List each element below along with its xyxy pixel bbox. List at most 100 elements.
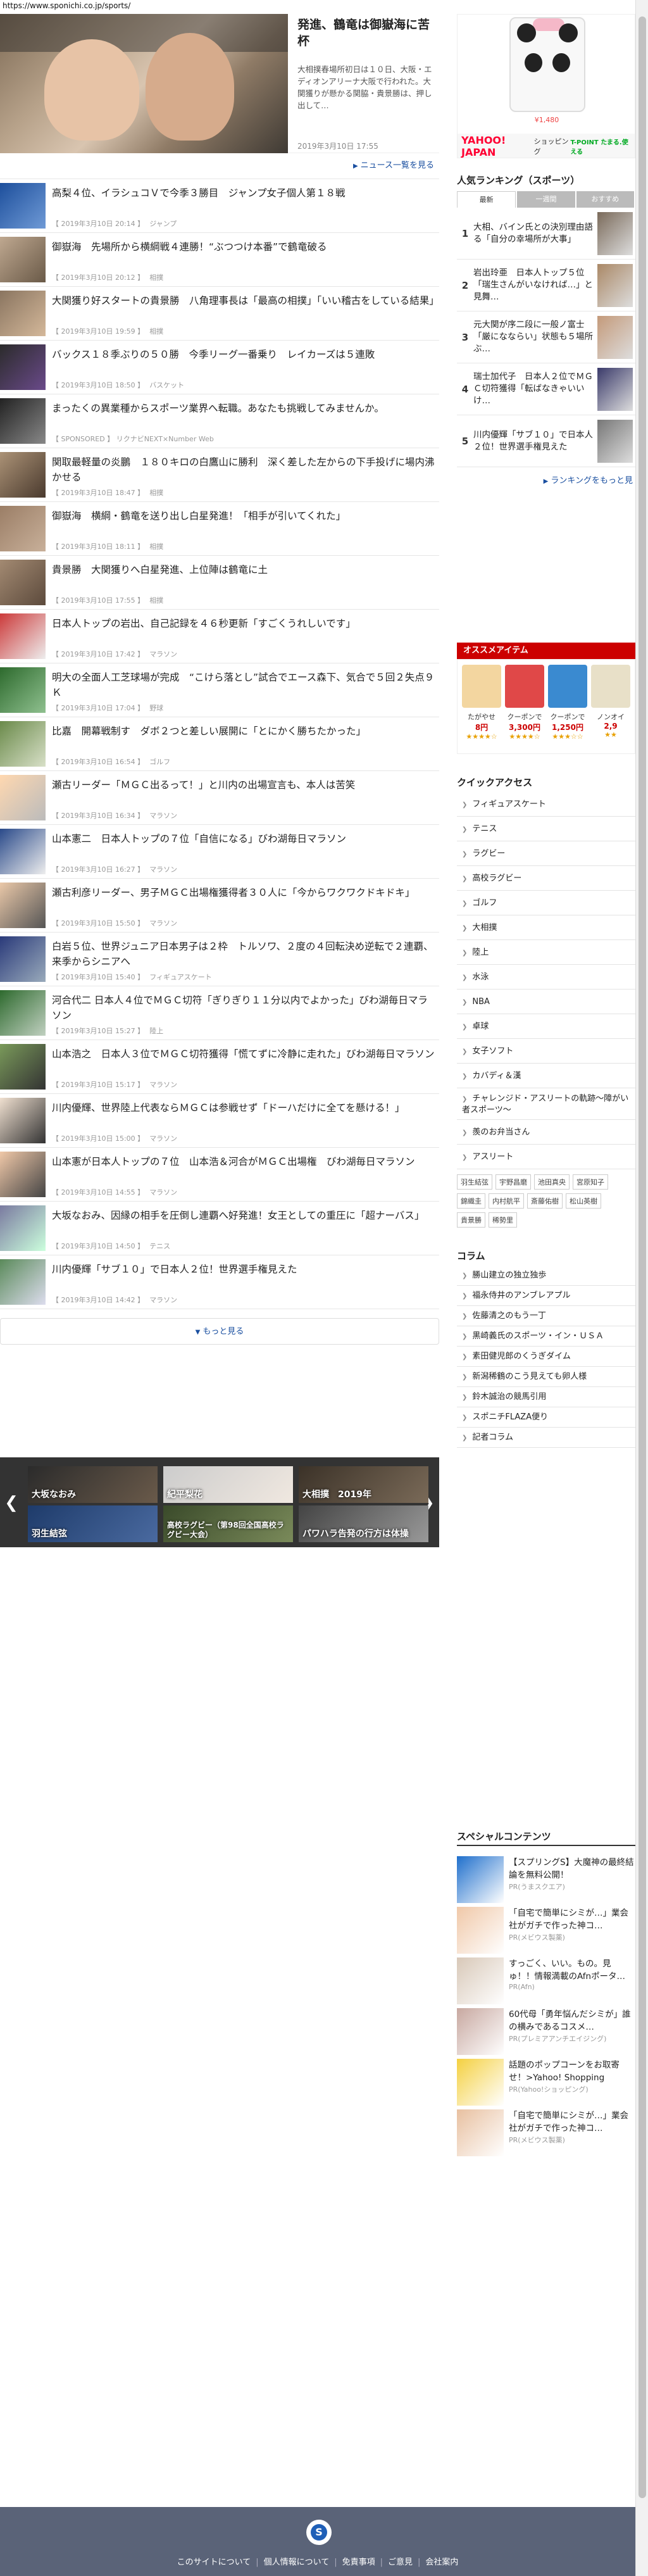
news-thumbnail[interactable] (0, 560, 46, 605)
news-title[interactable]: 川内優輝「サブ１０」で日本人２位！世界選手権見えた (52, 1262, 437, 1277)
news-item[interactable]: 河合代二 日本人４位でＭＧＣ切符「ぎりぎり１１分以内でよかった」びわ湖毎日マラソ… (0, 986, 439, 1040)
special-item-image[interactable] (457, 2109, 504, 2156)
quick-access-item[interactable]: ❯ 水泳 (457, 965, 635, 990)
news-item[interactable]: 川内優輝、世界陸上代表ならＭＧＣは参戦せず「ドーハだけに全てを懸ける！」【 20… (0, 1094, 439, 1148)
quick-access-item[interactable]: ❯ ゴルフ (457, 891, 635, 915)
news-title[interactable]: 山本浩之 日本人３位でＭＧＣ切符獲得「慌てずに冷静に走れた」びわ湖毎日マラソン (52, 1046, 437, 1062)
tag-link[interactable]: 稀勢里 (489, 1212, 517, 1228)
vertical-scrollbar[interactable] (635, 0, 648, 2576)
ranking-thumbnail[interactable] (597, 419, 633, 463)
footer-link[interactable]: ご意見 (388, 2558, 413, 2567)
footer-link[interactable]: 会社案内 (425, 2558, 458, 2567)
ranking-thumbnail[interactable] (597, 315, 633, 359)
tag-link[interactable]: 錦織圭 (457, 1193, 485, 1209)
news-thumbnail[interactable] (0, 1152, 46, 1197)
news-thumbnail[interactable] (0, 667, 46, 713)
special-item[interactable]: 【スプリングS】大魔神の最終結論を無料公開！ PR(うまスクエア) (457, 1855, 635, 1906)
news-item[interactable]: 御嶽海 先場所から横綱戦４連勝！“ぶつつけ本番”で鶴竜破る【 2019年3月10… (0, 233, 439, 287)
special-item-image[interactable] (457, 2008, 504, 2055)
footer-link[interactable]: 免責事項 (342, 2558, 375, 2567)
special-item[interactable]: すっごく、いい。もの。見ゅ！！情報満載のAfnポータ… PR(Afn) (457, 1956, 635, 2007)
advertisement[interactable]: ¥1,480 YAHOO! JAPAN ショッピング T-POINT たまる.使… (457, 14, 635, 158)
news-item[interactable]: 山本憲が日本人トップの７位 山本浩＆河合がＭＧＣ出場権 びわ湖毎日マラソン【 2… (0, 1148, 439, 1202)
news-item[interactable]: まったくの異業種からスポーツ業界へ転職。あなたも挑戦してみませんか。【 SPON… (0, 394, 439, 448)
recommended-item[interactable]: クーポンで 1,250円 ★★★☆☆ (548, 665, 587, 748)
special-item-image[interactable] (457, 1856, 504, 1903)
news-thumbnail[interactable] (0, 883, 46, 928)
news-title[interactable]: 河合代二 日本人４位でＭＧＣ切符「ぎりぎり１１分以内でよかった」びわ湖毎日マラソ… (52, 993, 437, 1023)
quick-access-item[interactable]: ❯ 卓球 (457, 1014, 635, 1039)
recommended-item-title[interactable]: クーポンで (548, 712, 587, 722)
column-item[interactable]: ❯ 勝山建立の独立独歩 (457, 1266, 635, 1286)
carousel-item[interactable]: 紀平梨花 (163, 1466, 293, 1503)
news-thumbnail[interactable] (0, 237, 46, 282)
quick-access-item[interactable]: ❯ 高校ラグビー (457, 866, 635, 891)
ranking-item[interactable]: 4 瑞士加代子 日本人２位でＭＧＣ切符獲得「転ばなきゃいいけ… (457, 363, 635, 415)
news-thumbnail[interactable] (0, 1044, 46, 1090)
ranking-item[interactable]: 2 岩出玲亜 日本人トップ５位「瑞生さんがいなければ…」と見舞… (457, 260, 635, 311)
tag-link[interactable]: 松山英樹 (566, 1193, 601, 1209)
quick-access-item[interactable]: ❯ チャレンジド・アスリートの軌跡〜障がい者スポーツ〜 (457, 1088, 635, 1120)
carousel-item[interactable]: パワハラ告発の行方は体操 (299, 1505, 428, 1542)
news-title[interactable]: 山本憲二 日本人トップの７位「自信になる」びわ湖毎日マラソン (52, 831, 437, 846)
quick-access-item[interactable]: ❯ ラグビー (457, 841, 635, 866)
special-item-title[interactable]: すっごく、いい。もの。見ゅ！！情報満載のAfnポータ… (509, 1957, 635, 1983)
carousel-item[interactable]: 大坂なおみ (28, 1466, 158, 1503)
column-item[interactable]: ❯ 新潟稀鶴のこう見えても卵人様 (457, 1367, 635, 1387)
quick-access-item[interactable]: ❯ 羨のお弁当さん (457, 1120, 635, 1145)
column-item[interactable]: ❯ 記者コラム (457, 1428, 635, 1448)
news-item[interactable]: 比嘉 開幕戦制す ダボ２つと差しい展開に「とにかく勝ちたかった」【 2019年3… (0, 717, 439, 771)
news-thumbnail[interactable] (0, 452, 46, 498)
news-thumbnail[interactable] (0, 291, 46, 336)
footer-link[interactable]: このサイトについて (177, 2558, 251, 2567)
recommended-item[interactable]: ノンオイ 2,9 ★★ (591, 665, 630, 748)
tag-link[interactable]: 宇野昌磨 (495, 1174, 531, 1190)
news-thumbnail[interactable] (0, 990, 46, 1036)
tag-link[interactable]: 斎藤佑樹 (527, 1193, 563, 1209)
ranking-text[interactable]: 川内優輝「サブ１０」で日本人２位！世界選手権見えた (473, 429, 597, 453)
tag-link[interactable]: 貴景勝 (457, 1212, 485, 1228)
news-title[interactable]: 比嘉 開幕戦制す ダボ２つと差しい展開に「とにかく勝ちたかった」 (52, 724, 437, 739)
special-item-title[interactable]: 60代母「勇年悩んだシミが」誰の横みであるコスメ… (509, 2008, 635, 2033)
quick-access-item[interactable]: ❯ NBA (457, 990, 635, 1014)
scrollbar-thumb[interactable] (639, 16, 646, 2498)
news-item[interactable]: 明大の全面人工芝球場が完成 “こけら落とし”試合でエース森下、気合で５回２失点９… (0, 663, 439, 717)
news-title[interactable]: 御嶽海 先場所から横綱戦４連勝！“ぶつつけ本番”で鶴竜破る (52, 239, 437, 254)
column-item[interactable]: ❯ 鈴木誠治の競馬引用 (457, 1387, 635, 1407)
news-item[interactable]: 山本憲二 日本人トップの７位「自信になる」びわ湖毎日マラソン【 2019年3月1… (0, 825, 439, 879)
special-item-image[interactable] (457, 2059, 504, 2106)
recommended-item[interactable]: クーポンで 3,300円 ★★★★☆ (505, 665, 544, 748)
news-thumbnail[interactable] (0, 344, 46, 390)
news-title[interactable]: 瀬古利彦リーダー、男子ＭＧＣ出場権獲得者３０人に「今からワクワクドキドキ」 (52, 885, 437, 900)
quick-access-item[interactable]: ❯ テニス (457, 817, 635, 841)
news-title[interactable]: 高梨４位、イラシュコＶで今季３勝目 ジャンプ女子個人第１８戦 (52, 185, 437, 201)
recommended-item-title[interactable]: クーポンで (505, 712, 544, 722)
news-title[interactable]: 川内優輝、世界陸上代表ならＭＧＣは参戦せず「ドーハだけに全てを懸ける！」 (52, 1100, 437, 1115)
news-title[interactable]: 貴景勝 大関獲りへ白星発進、上位陣は鶴竜に土 (52, 562, 437, 577)
more-button[interactable]: ▼ もっと見る (0, 1318, 439, 1345)
carousel-prev-arrow-icon[interactable]: ❮ (4, 1493, 19, 1513)
ranking-item[interactable]: 5 川内優輝「サブ１０」で日本人２位！世界選手権見えた (457, 415, 635, 467)
address-bar[interactable]: https://www.sponichi.co.jp/sports/ (0, 0, 635, 11)
quick-access-item[interactable]: ❯ 女子ソフト (457, 1039, 635, 1064)
news-thumbnail[interactable] (0, 721, 46, 767)
news-title[interactable]: 関取最軽量の炎鵬 １８０キロの白鷹山に勝利 深く差した左からの下手投げに場内沸か… (52, 455, 437, 485)
news-thumbnail[interactable] (0, 1098, 46, 1143)
news-thumbnail[interactable] (0, 1205, 46, 1251)
quick-access-item[interactable]: ❯ カバディ＆漢 (457, 1064, 635, 1088)
tab-recommended[interactable]: おすすめ (576, 191, 634, 208)
column-item[interactable]: ❯ 黒崎義氏のスポーツ・イン・ＵＳＡ (457, 1326, 635, 1347)
recommended-item-title[interactable]: ノンオイ (591, 712, 630, 722)
recommended-item[interactable]: たがやせ 8円 ★★★★☆ (462, 665, 501, 748)
news-item[interactable]: 大坂なおみ、因縁の相手を圧倒し連覇へ好発進！女王としての重圧に「超ナーバス」【 … (0, 1202, 439, 1255)
news-thumbnail[interactable] (0, 936, 46, 982)
news-item[interactable]: 関取最軽量の炎鵬 １８０キロの白鷹山に勝利 深く差した左からの下手投げに場内沸か… (0, 448, 439, 502)
news-title[interactable]: 大坂なおみ、因縁の相手を圧倒し連覇へ好発進！女王としての重圧に「超ナーバス」 (52, 1208, 437, 1223)
tab-latest[interactable]: 最新 (457, 191, 516, 208)
recommended-item-title[interactable]: たがやせ (462, 712, 501, 722)
special-item[interactable]: 話題のポップコーンをお取寄せ！>Yahoo! Shopping PR(Yahoo!… (457, 2058, 635, 2108)
top-story-title[interactable]: 発進、鶴竜は御嶽海に苦杯 (297, 16, 437, 49)
news-item[interactable]: 山本浩之 日本人３位でＭＧＣ切符獲得「慌てずに冷静に走れた」びわ湖毎日マラソン【… (0, 1040, 439, 1094)
carousel-item[interactable]: 大相撲 2019年 (299, 1466, 428, 1503)
carousel-item[interactable]: 羽生結弦 (28, 1505, 158, 1542)
